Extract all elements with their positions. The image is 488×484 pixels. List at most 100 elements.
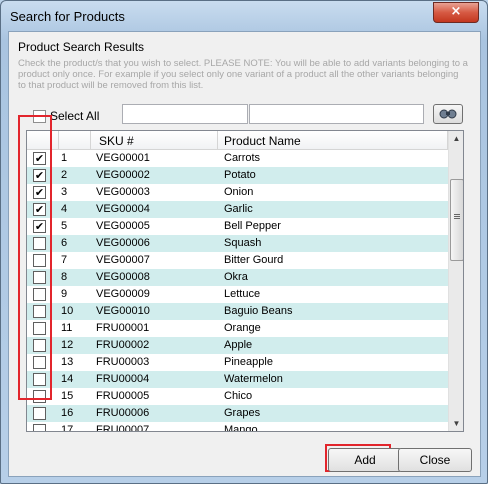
table-row[interactable]: 8 VEG00008 Okra <box>27 269 448 286</box>
row-number: 14 <box>61 373 74 385</box>
table-row[interactable]: 16 FRU00006 Grapes <box>27 405 448 422</box>
row-product-name: Mango <box>224 424 258 432</box>
select-all-label[interactable]: Select All <box>50 109 99 123</box>
row-number: 5 <box>61 220 68 232</box>
row-number: 11 <box>61 322 73 334</box>
grid-header: SKU # Product Name <box>27 131 448 150</box>
row-number: 4 <box>61 203 68 215</box>
row-number: 7 <box>61 254 68 266</box>
row-sku: VEG00008 <box>96 271 150 283</box>
row-product-name: Garlic <box>224 203 253 215</box>
dialog-window: Search for Products × Product Search Res… <box>0 0 488 484</box>
row-product-name: Apple <box>224 339 253 351</box>
table-row[interactable]: 11 FRU00001 Orange <box>27 320 448 337</box>
row-sku: FRU00004 <box>96 373 150 385</box>
dialog-content: Product Search Results Check the product… <box>8 31 481 477</box>
row-checkbox[interactable] <box>33 356 46 369</box>
row-checkbox[interactable] <box>33 373 46 386</box>
row-checkbox[interactable] <box>33 407 46 420</box>
row-checkbox[interactable]: ✔ <box>33 220 46 233</box>
table-row[interactable]: 6 VEG00006 Squash <box>27 235 448 252</box>
results-heading: Product Search Results <box>18 40 145 54</box>
table-row[interactable]: 15 FRU00005 Chico <box>27 388 448 405</box>
row-product-name: Watermelon <box>224 373 283 385</box>
scroll-down-icon[interactable]: ▼ <box>449 416 463 431</box>
close-icon: × <box>450 4 462 19</box>
row-product-name: Potato <box>224 169 256 181</box>
row-product-name: Lettuce <box>224 288 261 300</box>
row-product-name: Carrots <box>224 152 261 164</box>
table-row[interactable]: 17 FRU00007 Mango <box>27 422 448 432</box>
row-sku: VEG00003 <box>96 186 150 198</box>
table-row[interactable]: 12 FRU00002 Apple <box>27 337 448 354</box>
row-product-name: Baguio Beans <box>224 305 293 317</box>
product-results-grid[interactable]: SKU # Product Name ✔ 1 VEG00001 Carrots ✔ 2 VE… <box>26 130 464 432</box>
row-product-name: Okra <box>224 271 248 283</box>
row-number: 8 <box>61 271 68 283</box>
scroll-thumb[interactable] <box>450 179 463 261</box>
row-product-name: Grapes <box>224 407 261 419</box>
table-row[interactable]: ✔ 5 VEG00005 Bell Pepper <box>27 218 448 235</box>
vertical-scrollbar[interactable]: ▲ ▼ <box>448 131 463 431</box>
row-number: 9 <box>61 288 68 300</box>
row-checkbox[interactable] <box>33 288 46 301</box>
row-number: 6 <box>61 237 68 249</box>
row-product-name: Bell Pepper <box>224 220 281 232</box>
row-checkbox[interactable]: ✔ <box>33 203 46 216</box>
row-checkbox[interactable]: ✔ <box>33 169 46 182</box>
row-sku: VEG00005 <box>96 220 150 232</box>
table-row[interactable]: ✔ 4 VEG00004 Garlic <box>27 201 448 218</box>
search-input-1[interactable] <box>122 104 248 124</box>
search-binoculars-icon <box>439 109 457 119</box>
add-button[interactable]: Add <box>328 448 402 472</box>
row-number: 15 <box>61 390 74 402</box>
row-product-name: Onion <box>224 186 254 198</box>
row-checkbox[interactable] <box>33 237 46 250</box>
row-product-name: Pineapple <box>224 356 273 368</box>
row-checkbox[interactable] <box>33 254 46 267</box>
search-button[interactable] <box>433 104 463 124</box>
title-bar[interactable]: Search for Products × <box>1 1 487 31</box>
table-row[interactable]: 9 VEG00009 Lettuce <box>27 286 448 303</box>
row-sku: VEG00007 <box>96 254 150 266</box>
row-product-name: Bitter Gourd <box>224 254 284 266</box>
table-row[interactable]: ✔ 2 VEG00002 Potato <box>27 167 448 184</box>
table-row[interactable]: ✔ 3 VEG00003 Onion <box>27 184 448 201</box>
row-sku: VEG00009 <box>96 288 150 300</box>
row-sku: VEG00002 <box>96 169 150 181</box>
row-checkbox[interactable] <box>33 339 46 352</box>
row-number: 1 <box>61 152 68 164</box>
col-sku-header[interactable]: SKU # <box>99 134 134 148</box>
window-close-button[interactable]: × <box>433 2 479 23</box>
row-checkbox[interactable]: ✔ <box>33 186 46 199</box>
search-input-2[interactable] <box>249 104 424 124</box>
row-sku: VEG00006 <box>96 237 150 249</box>
row-number: 2 <box>61 169 68 181</box>
row-number: 3 <box>61 186 68 198</box>
table-row[interactable]: 10 VEG00010 Baguio Beans <box>27 303 448 320</box>
row-sku: VEG00001 <box>96 152 150 164</box>
row-checkbox[interactable] <box>33 424 46 431</box>
table-row[interactable]: 7 VEG00007 Bitter Gourd <box>27 252 448 269</box>
close-button[interactable]: Close <box>398 448 472 472</box>
row-sku: FRU00001 <box>96 322 150 334</box>
row-checkbox[interactable]: ✔ <box>33 152 46 165</box>
row-number: 13 <box>61 356 74 368</box>
row-number: 17 <box>61 424 74 432</box>
row-checkbox[interactable] <box>33 305 46 318</box>
row-product-name: Squash <box>224 237 262 249</box>
row-checkbox[interactable] <box>33 322 46 335</box>
row-checkbox[interactable] <box>33 271 46 284</box>
table-row[interactable]: 13 FRU00003 Pineapple <box>27 354 448 371</box>
col-product-name-header[interactable]: Product Name <box>224 134 301 148</box>
select-all-checkbox[interactable] <box>33 110 46 123</box>
table-row[interactable]: ✔ 1 VEG00001 Carrots <box>27 150 448 167</box>
row-sku: FRU00006 <box>96 407 150 419</box>
window-title: Search for Products <box>10 9 125 24</box>
row-product-name: Chico <box>224 390 253 402</box>
table-row[interactable]: 14 FRU00004 Watermelon <box>27 371 448 388</box>
row-sku: FRU00005 <box>96 390 150 402</box>
scroll-up-icon[interactable]: ▲ <box>449 131 463 146</box>
row-sku: VEG00004 <box>96 203 150 215</box>
row-checkbox[interactable] <box>33 390 46 403</box>
